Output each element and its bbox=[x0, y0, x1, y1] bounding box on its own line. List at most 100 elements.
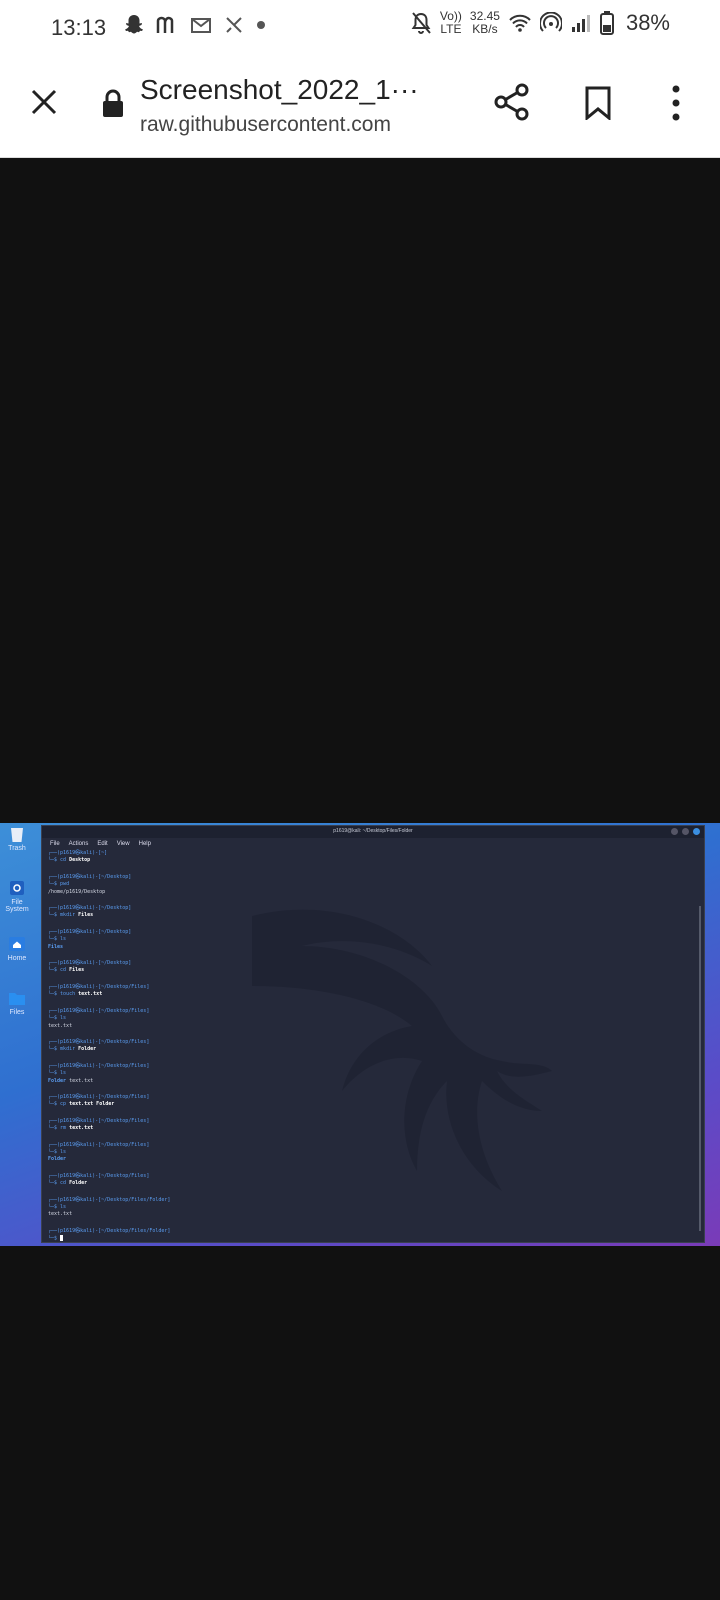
close-icon[interactable] bbox=[28, 86, 60, 118]
terminal-spacer bbox=[48, 999, 704, 1008]
terminal-command-block: ┌──(p1619㉿kali)-[~/Desktop/Files] └─$ ls F… bbox=[48, 1063, 704, 1085]
terminal-cmd-symbol: └─$ bbox=[48, 1101, 61, 1108]
wifi-icon bbox=[509, 14, 531, 32]
terminal-output-text: text.txt bbox=[48, 1022, 73, 1029]
trash-icon bbox=[11, 828, 23, 842]
terminal-active-block: ┌──(p1619㉿kali)-[~/Desktop/Files/Folder]… bbox=[48, 1228, 704, 1243]
menu-file[interactable]: File bbox=[50, 841, 60, 847]
terminal-output[interactable]: ┌──(p1619㉿kali)-[~] └─$ cd Desktop ┌──(p16… bbox=[42, 850, 704, 1243]
terminal-window[interactable]: p1619@kali: ~/Desktop/Files/Folder File … bbox=[41, 825, 705, 1243]
terminal-menubar: File Actions Edit View Help bbox=[42, 838, 704, 850]
image-viewer[interactable]: Trash File System Home Files p1619@kali:… bbox=[0, 158, 720, 1600]
maximize-button[interactable] bbox=[682, 828, 689, 835]
system-status-icons: Vo)) LTE 32.45 KB/s 38% bbox=[410, 10, 670, 36]
status-time: 13:13 bbox=[51, 15, 107, 40]
terminal-cmd-symbol: └─$ bbox=[48, 991, 61, 998]
terminal-cmd-symbol: └─$ bbox=[48, 1015, 61, 1022]
terminal-output-line: text.txt bbox=[48, 1023, 704, 1030]
terminal-spacer bbox=[48, 1054, 704, 1063]
m-app-icon bbox=[156, 16, 174, 33]
terminal-spacer bbox=[48, 1188, 704, 1197]
terminal-spacer bbox=[48, 1109, 704, 1118]
menu-actions[interactable]: Actions bbox=[69, 841, 89, 847]
terminal-cmd-symbol: └─$ bbox=[48, 967, 61, 974]
lock-icon[interactable] bbox=[101, 89, 125, 119]
menu-help[interactable]: Help bbox=[139, 841, 151, 847]
terminal-cmd-word: ls bbox=[60, 1015, 67, 1022]
desktop-icon-file-system[interactable]: File System bbox=[0, 879, 34, 913]
terminal-prompt: ┌──(p1619㉿kali)-[~/Desktop] bbox=[48, 960, 132, 967]
desktop-icon-label: Files bbox=[9, 1009, 25, 1016]
minimize-button[interactable] bbox=[671, 828, 678, 835]
terminal-command-line: └─$ cp text.txt Folder bbox=[48, 1101, 704, 1108]
notification-icons bbox=[124, 14, 266, 36]
folder-icon bbox=[9, 993, 25, 1005]
terminal-titlebar[interactable]: p1619@kali: ~/Desktop/Files/Folder bbox=[42, 826, 704, 838]
menu-view[interactable]: View bbox=[117, 841, 130, 847]
terminal-prompt: ┌──(p1619㉿kali)-[~/Desktop/Files] bbox=[48, 1117, 150, 1124]
window-controls bbox=[671, 828, 700, 835]
terminal-prompt: ┌──(p1619㉿kali)-[~/Desktop/Files] bbox=[48, 1172, 150, 1179]
menu-edit[interactable]: Edit bbox=[97, 841, 107, 847]
terminal-spacer bbox=[48, 951, 704, 960]
desktop-icon-trash[interactable]: Trash bbox=[0, 825, 34, 852]
more-options-icon[interactable] bbox=[668, 84, 684, 122]
terminal-prompt: ┌──(p1619㉿kali)-[~/Desktop/Files] bbox=[48, 1093, 150, 1100]
close-window-button[interactable] bbox=[693, 828, 700, 835]
terminal-cmd-word: ls bbox=[60, 1204, 67, 1210]
desktop-icon-label: Trash bbox=[8, 845, 26, 852]
terminal-scrollbar[interactable] bbox=[699, 906, 701, 1231]
terminal-cmd-arg: text.txt bbox=[66, 1125, 94, 1132]
terminal-prompt: ┌──(p1619㉿kali)-[~/Desktop/Files] bbox=[48, 983, 150, 990]
terminal-spacer bbox=[48, 1085, 704, 1094]
desktop-icon-home[interactable]: Home bbox=[0, 935, 34, 962]
terminal-window-title: p1619@kali: ~/Desktop/Files/Folder bbox=[333, 828, 413, 834]
terminal-cmd-arg: Files bbox=[75, 912, 94, 919]
terminal-output-text: text.txt bbox=[66, 1077, 94, 1084]
terminal-prompt: ┌──(p1619㉿kali)-[~/Desktop/Files] bbox=[48, 1141, 150, 1148]
terminal-cmd-arg: text.txt bbox=[75, 991, 103, 998]
terminal-spacer bbox=[48, 1164, 704, 1173]
terminal-cmd-symbol: └─$ bbox=[48, 1125, 61, 1132]
terminal-output-dir: Folder bbox=[48, 1077, 67, 1084]
terminal-spacer bbox=[48, 975, 704, 984]
bookmark-icon[interactable] bbox=[583, 86, 613, 120]
battery-percentage: 38% bbox=[625, 10, 670, 35]
terminal-spacer bbox=[48, 865, 704, 874]
screenshot-image[interactable]: Trash File System Home Files p1619@kali:… bbox=[0, 823, 720, 1246]
terminal-command-line: └─$ mkdir Folder bbox=[48, 1046, 704, 1053]
terminal-cmd-symbol: └─$ bbox=[48, 1070, 61, 1077]
terminal-cmd-word: pwd bbox=[60, 881, 70, 888]
terminal-cursor bbox=[60, 1235, 64, 1242]
share-icon[interactable] bbox=[492, 82, 532, 122]
snapchat-icon bbox=[125, 15, 143, 34]
desktop-icon-files[interactable]: Files bbox=[0, 989, 34, 1016]
terminal-spacer bbox=[48, 1219, 704, 1228]
terminal-output-text: text.txt bbox=[48, 1211, 73, 1218]
terminal-command-line: └─$ ls bbox=[48, 936, 704, 943]
battery-icon bbox=[599, 11, 614, 35]
terminal-command-block: ┌──(p1619㉿kali)-[~/Desktop/Files] └─$ cp … bbox=[48, 1094, 704, 1109]
terminal-output-text: /home/p1619/Desktop bbox=[48, 888, 106, 895]
terminal-spacer bbox=[48, 920, 704, 929]
terminal-prompt: ┌──(p1619㉿kali)-[~/Desktop] bbox=[48, 905, 132, 912]
mute-bell-icon bbox=[411, 12, 431, 34]
terminal-command-block: ┌──(p1619㉿kali)-[~/Desktop/Files] └─$ ls t… bbox=[48, 1008, 704, 1030]
terminal-cmd-symbol: └─$ bbox=[48, 1180, 61, 1187]
page-title: Screenshot_2022_1··· bbox=[140, 74, 419, 105]
terminal-cmd-word: touch bbox=[60, 991, 76, 998]
terminal-command-line: └─$ ls bbox=[48, 1015, 704, 1022]
terminal-cmd-word: mkdir bbox=[60, 1046, 76, 1053]
terminal-output-dir: Files bbox=[48, 943, 64, 950]
terminal-cmd-symbol: └─$ bbox=[48, 1148, 61, 1155]
terminal-cmd-symbol: └─$ bbox=[48, 1046, 61, 1053]
terminal-command-line: └─$ pwd bbox=[48, 881, 704, 888]
terminal-cmd-word: ls bbox=[60, 936, 67, 943]
home-folder-icon bbox=[9, 937, 25, 951]
terminal-command-line: └─$ touch text.txt bbox=[48, 991, 704, 998]
terminal-prompt: ┌──(p1619㉿kali)-[~/Desktop/Files] bbox=[48, 1007, 150, 1014]
terminal-command-block: ┌──(p1619㉿kali)-[~/Desktop/Files] └─$ mkd… bbox=[48, 1039, 704, 1054]
terminal-command-line: └─$ bbox=[48, 1235, 704, 1243]
terminal-spacer bbox=[48, 1030, 704, 1039]
volte-indicator: Vo)) LTE bbox=[439, 9, 462, 36]
